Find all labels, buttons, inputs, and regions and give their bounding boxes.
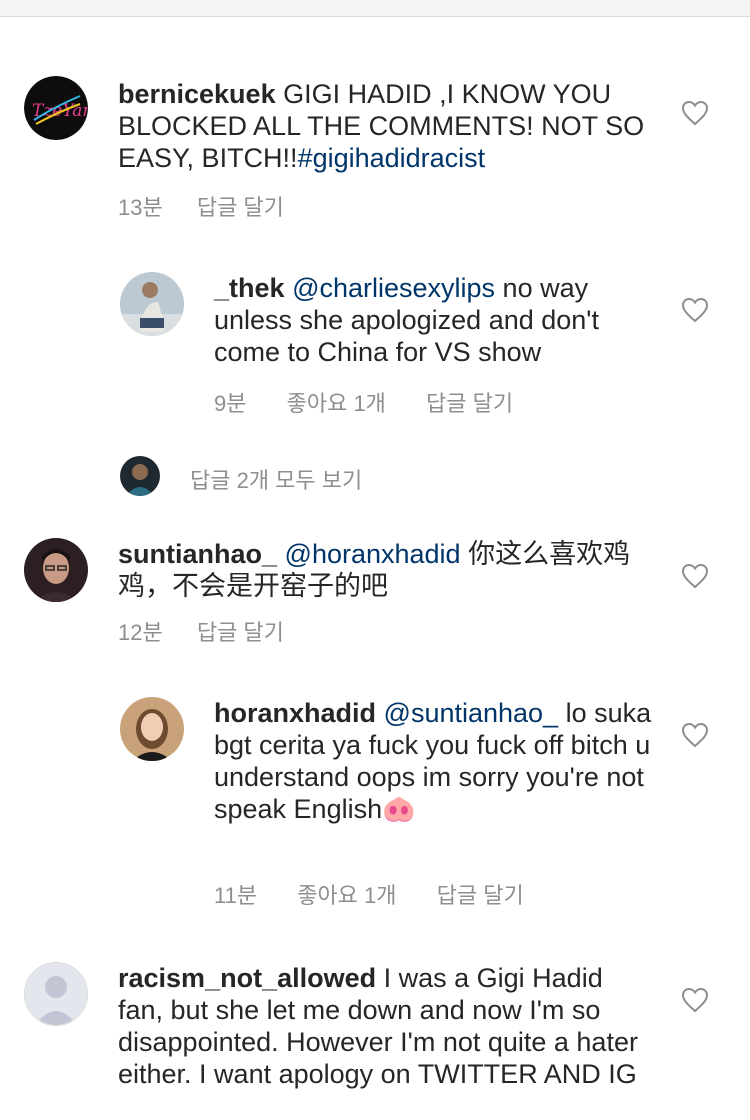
avatar-suntianhao[interactable] <box>24 538 88 602</box>
comment-time: 11분 <box>214 883 258 908</box>
likes-count[interactable]: 좋아요 1개 <box>287 386 386 418</box>
heart-outline-icon[interactable] <box>681 722 709 748</box>
top-bar <box>0 0 750 17</box>
heart-outline-icon[interactable] <box>681 563 709 589</box>
heart-outline-icon[interactable] <box>681 100 709 126</box>
heart-outline-icon[interactable] <box>681 987 709 1013</box>
comment-username[interactable]: horanxhadid <box>214 698 376 728</box>
comment-meta: 11분 좋아요 1개 답글 달기 <box>214 878 524 910</box>
avatar-bernicekuek[interactable]: TzeYan <box>24 76 88 140</box>
avatar-thek[interactable] <box>120 272 184 336</box>
comment-mention[interactable]: @suntianhao_ <box>384 698 559 728</box>
comment-text: horanxhadid @suntianhao_ lo suka bgt cer… <box>214 697 654 825</box>
heart-outline-icon[interactable] <box>681 297 709 323</box>
reply-button[interactable]: 답글 달기 <box>197 615 284 647</box>
comment-mention[interactable]: @charliesexylips <box>292 273 495 303</box>
comment-username[interactable]: _thek <box>214 273 285 303</box>
comment-text: suntianhao_ @horanxhadid 你这么喜欢鸡鸡，不会是开窑子的… <box>118 538 648 602</box>
comment-hashtag[interactable]: #gigihadidracist <box>298 143 486 173</box>
reply-button[interactable]: 답글 달기 <box>426 386 513 418</box>
comment-meta: 12분 답글 달기 <box>118 615 284 647</box>
comment-username[interactable]: bernicekuek <box>118 79 276 109</box>
likes-count[interactable]: 좋아요 1개 <box>297 878 396 910</box>
reply-button[interactable]: 답글 달기 <box>197 190 284 222</box>
comment-meta: 9분 좋아요 1개 답글 달기 <box>214 386 513 418</box>
comment-text: racism_not_allowed I was a Gigi Hadid fa… <box>118 962 648 1090</box>
comment-text: _thek @charliesexylips no way unless she… <box>214 272 654 368</box>
view-replies-avatar <box>120 456 160 496</box>
comment-username[interactable]: racism_not_allowed <box>118 963 376 993</box>
avatar-horanxhadid[interactable] <box>120 697 184 761</box>
view-all-replies-button[interactable]: 답글 2개 모두 보기 <box>190 463 362 495</box>
comment-mention[interactable]: @horanxhadid <box>285 539 461 569</box>
comment-username[interactable]: suntianhao_ <box>118 539 277 569</box>
comment-meta: 13분 답글 달기 <box>118 190 284 222</box>
comment-text: bernicekuek GIGI HADID ,I KNOW YOU BLOCK… <box>118 78 648 174</box>
comment-time: 12분 <box>118 620 163 645</box>
comment-time: 13분 <box>118 195 163 220</box>
avatar-default[interactable] <box>24 962 88 1026</box>
comment-time: 9분 <box>214 391 247 416</box>
reply-button[interactable]: 답글 달기 <box>437 878 524 910</box>
pig-nose-emoji: 🐽 <box>382 794 416 824</box>
